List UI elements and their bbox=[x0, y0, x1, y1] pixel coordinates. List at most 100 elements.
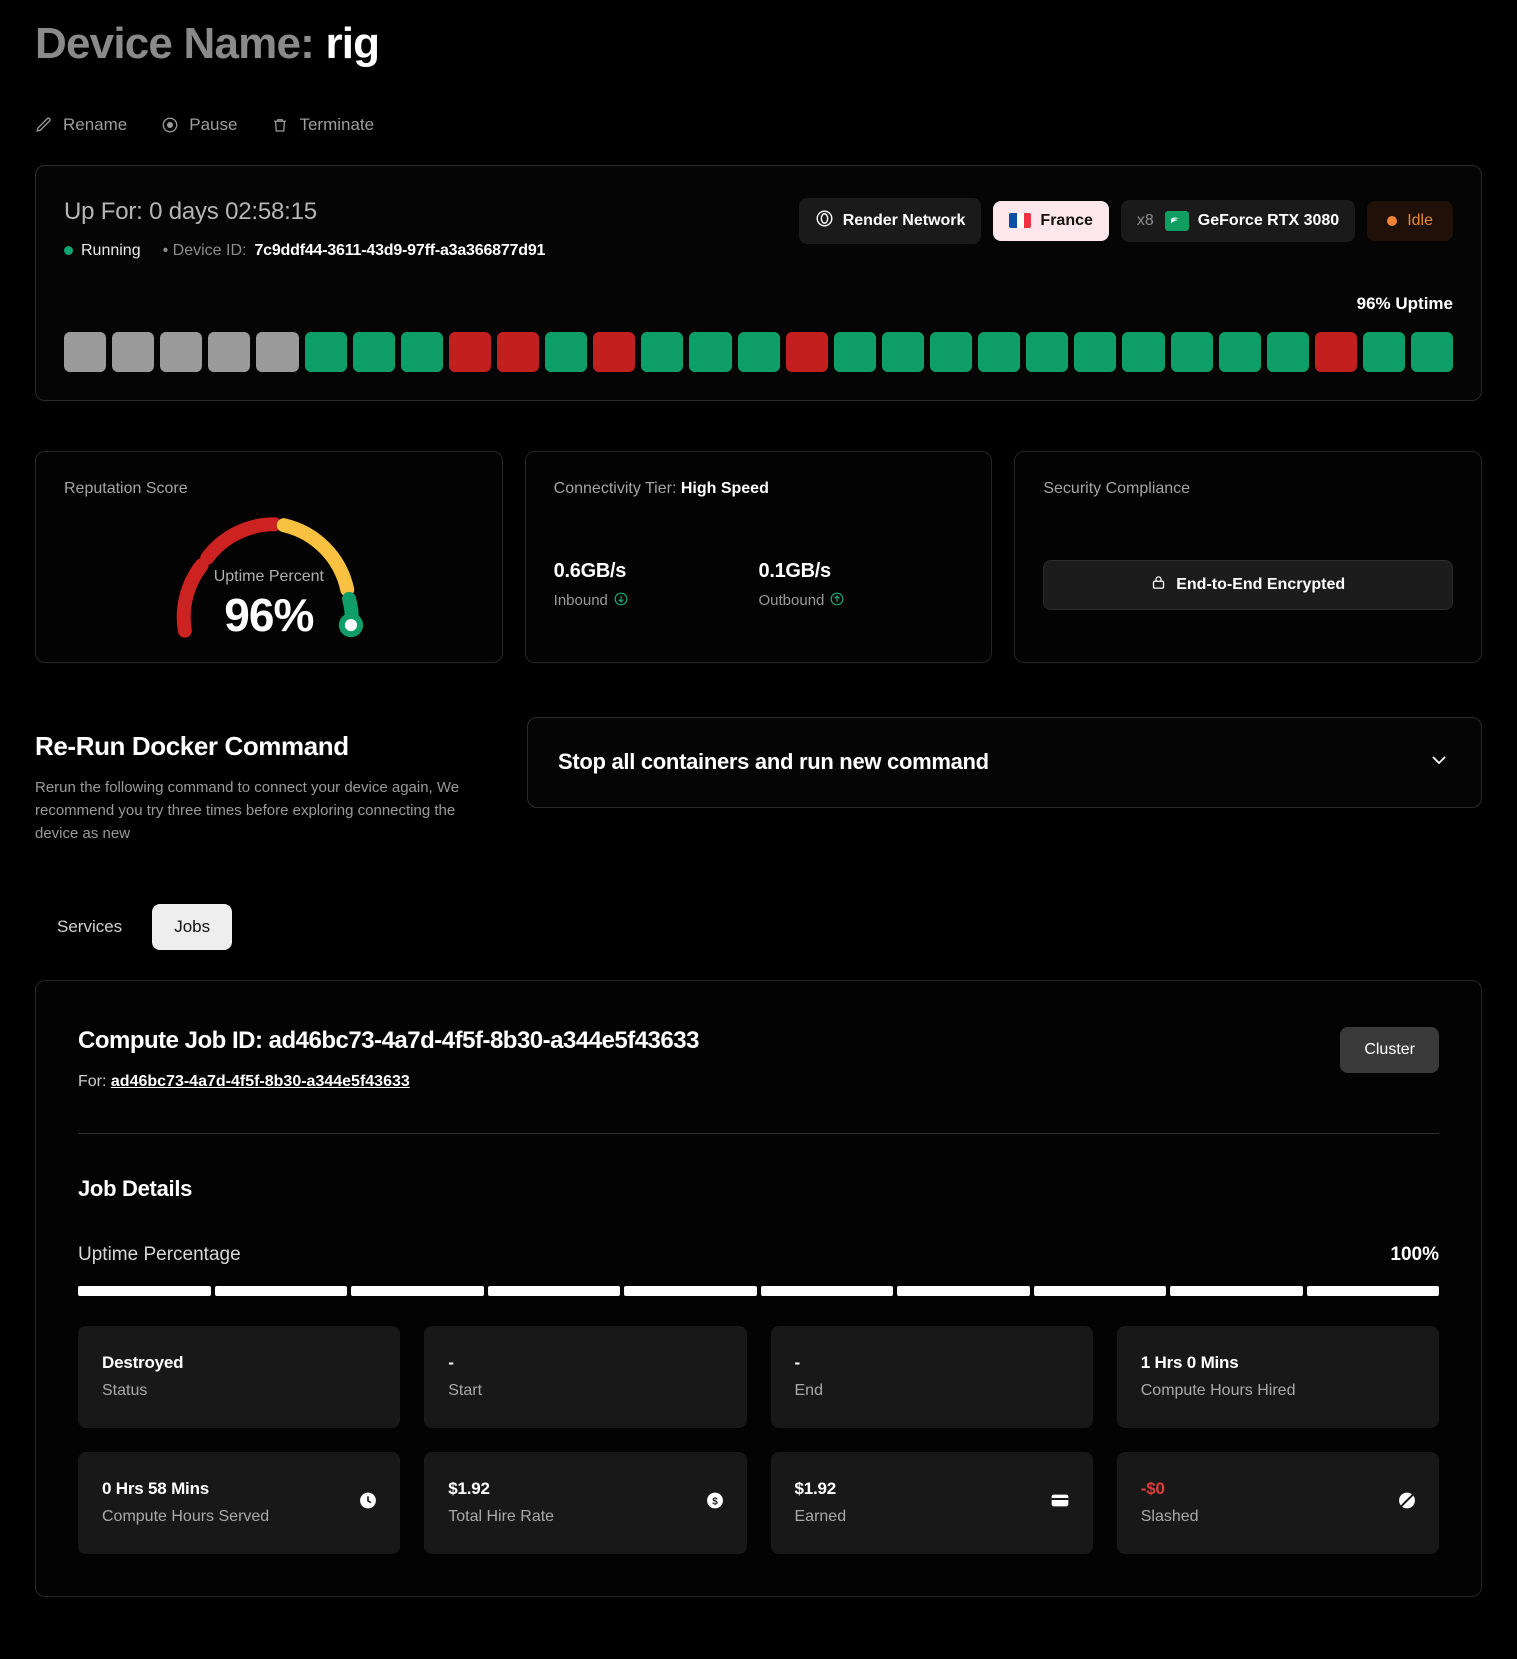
badge-country: France bbox=[993, 200, 1109, 241]
metric-value: 0 Hrs 58 Mins bbox=[102, 1479, 210, 1499]
metric-label: End bbox=[794, 1382, 823, 1400]
metric-card: 0 Hrs 58 Mins Compute Hours Served bbox=[78, 1451, 401, 1554]
chevron-down-icon[interactable] bbox=[1427, 748, 1451, 777]
job-for-label: For: bbox=[78, 1072, 107, 1090]
uptime-bar bbox=[1314, 331, 1357, 372]
uptime-bar bbox=[1026, 331, 1069, 372]
summary-cards: Reputation Score Uptime Percent 96% Conn… bbox=[35, 450, 1483, 663]
pause-circle-icon bbox=[161, 116, 179, 134]
uptime-bar bbox=[689, 331, 732, 372]
device-badges: Render Network France x8 GeForce RTX 308… bbox=[798, 197, 1453, 244]
job-panel: Compute Job ID: ad46bc73-4a7d-4f5f-8b30-… bbox=[35, 979, 1482, 1597]
device-state: Running bbox=[81, 241, 141, 259]
metric-label: Start bbox=[448, 1382, 483, 1400]
inbound-text: Inbound bbox=[553, 592, 608, 610]
uptime-bar bbox=[448, 331, 491, 372]
cluster-button[interactable]: Cluster bbox=[1340, 1026, 1439, 1073]
device-name: rig bbox=[325, 19, 380, 68]
gauge-caption: Uptime Percent bbox=[213, 567, 324, 585]
uptime-bar bbox=[1411, 331, 1454, 372]
pause-button[interactable]: Pause bbox=[161, 115, 237, 135]
badge-render-network: Render Network bbox=[798, 197, 982, 244]
uptime-bar bbox=[64, 331, 107, 372]
metric-label: Earned bbox=[794, 1508, 847, 1526]
connectivity-tier-label: Connectivity Tier: High Speed bbox=[554, 480, 964, 498]
device-id-line: Running • Device ID: 7c9ddf44-3611-43d9-… bbox=[64, 242, 545, 260]
uptime-segment bbox=[1033, 1285, 1166, 1296]
job-title: Compute Job ID: ad46bc73-4a7d-4f5f-8b30-… bbox=[78, 1027, 699, 1055]
docker-copy: Re-Run Docker Command Rerun the followin… bbox=[35, 717, 505, 846]
docker-description: Rerun the following command to connect y… bbox=[35, 778, 460, 843]
metric-card: 1 Hrs 0 Mins Compute Hours Hired bbox=[1116, 1325, 1439, 1428]
metric-card: -$0 Slashed bbox=[1116, 1451, 1439, 1554]
inbound-label-row: Inbound bbox=[554, 592, 759, 610]
inbound-metric: 0.6GB/s Inbound bbox=[554, 560, 759, 610]
uptime-bar bbox=[929, 331, 973, 372]
job-for-line: For: ad46bc73-4a7d-4f5f-8b30-a344e5f4363… bbox=[78, 1073, 699, 1091]
slash-icon bbox=[1397, 1490, 1417, 1515]
docker-section: Re-Run Docker Command Rerun the followin… bbox=[35, 716, 1482, 846]
uptime-bar bbox=[352, 331, 395, 372]
tab-jobs[interactable]: Jobs bbox=[152, 903, 233, 950]
uptime-bar bbox=[1170, 331, 1213, 372]
uptime-bar bbox=[256, 331, 299, 372]
uptime-bar bbox=[160, 331, 203, 372]
france-flag-icon bbox=[1009, 213, 1032, 229]
uptime-bar bbox=[304, 331, 347, 372]
uptime-bar bbox=[978, 331, 1021, 372]
svg-text:$: $ bbox=[712, 1496, 718, 1507]
metric-label: Slashed bbox=[1140, 1508, 1199, 1526]
uptime-segment bbox=[351, 1285, 484, 1296]
uptime-history-bars bbox=[64, 331, 1454, 372]
reputation-score-card: Reputation Score Uptime Percent 96% bbox=[35, 450, 503, 663]
job-uptime-label: Uptime Percentage bbox=[78, 1243, 241, 1265]
metric-card: $1.92 Total Hire Rate $ bbox=[424, 1451, 747, 1554]
rename-label: Rename bbox=[63, 114, 128, 134]
uptime-bar bbox=[593, 331, 636, 372]
rename-button[interactable]: Rename bbox=[35, 115, 127, 135]
outbound-value: 0.1GB/s bbox=[758, 559, 832, 582]
metric-label: Total Hire Rate bbox=[448, 1508, 555, 1526]
metric-card: $1.92 Earned bbox=[770, 1451, 1093, 1554]
metric-card: - End bbox=[770, 1325, 1093, 1428]
inbound-value: 0.6GB/s bbox=[553, 559, 627, 582]
uptime-bar bbox=[1074, 331, 1117, 372]
device-id-label: • Device ID: bbox=[162, 241, 247, 259]
job-uptime-value: 100% bbox=[1390, 1243, 1439, 1265]
dollar-circle-icon: $ bbox=[705, 1490, 725, 1515]
device-detail-page: Device Name: rig Rename Pause Terminate … bbox=[0, 0, 1517, 1637]
uptime-segment bbox=[897, 1285, 1030, 1296]
metric-value: - bbox=[794, 1353, 801, 1373]
status-dot-icon bbox=[64, 246, 73, 256]
connectivity-tier-value: High Speed bbox=[680, 479, 769, 497]
job-for-link[interactable]: ad46bc73-4a7d-4f5f-8b30-a344e5f43633 bbox=[111, 1073, 410, 1090]
uptime-segment bbox=[624, 1285, 757, 1296]
docker-accordion-title: Stop all containers and run new command bbox=[558, 749, 989, 775]
metric-label: Status bbox=[102, 1382, 148, 1400]
uptime-segment bbox=[760, 1285, 893, 1296]
metric-value: - bbox=[448, 1353, 454, 1373]
uptime-bar bbox=[785, 331, 828, 372]
job-id-value: ad46bc73-4a7d-4f5f-8b30-a344e5f43633 bbox=[268, 1026, 700, 1054]
tab-services[interactable]: Services bbox=[35, 904, 144, 950]
action-bar: Rename Pause Terminate bbox=[35, 115, 1482, 135]
badge-gpu: x8 GeForce RTX 3080 bbox=[1120, 199, 1356, 242]
content-tabs: Services Jobs bbox=[35, 903, 1482, 950]
job-metrics-grid: Destroyed Status - Start - End 1 Hrs 0 Mins Com… bbox=[78, 1325, 1439, 1554]
pause-label: Pause bbox=[189, 114, 238, 134]
page-title-prefix: Device Name: bbox=[35, 19, 315, 68]
terminate-button[interactable]: Terminate bbox=[271, 115, 374, 135]
uptime-bar bbox=[112, 331, 155, 372]
badge-activity: Idle bbox=[1367, 200, 1453, 241]
metric-value: Destroyed bbox=[102, 1353, 184, 1373]
trash-icon bbox=[271, 116, 289, 134]
job-details-heading: Job Details bbox=[78, 1175, 193, 1201]
docker-accordion[interactable]: Stop all containers and run new command bbox=[527, 716, 1482, 808]
end-to-end-encrypted-button[interactable]: End-to-End Encrypted bbox=[1043, 559, 1454, 610]
uptime-percent-label: 96% Uptime bbox=[1356, 293, 1453, 313]
security-compliance-card: Security Compliance End-to-End Encrypted bbox=[1014, 450, 1483, 663]
job-uptime-header: Uptime Percentage 100% bbox=[78, 1244, 1439, 1266]
job-title-prefix: Compute Job ID: bbox=[78, 1026, 263, 1054]
security-compliance-label: Security Compliance bbox=[1043, 479, 1191, 497]
outbound-text: Outbound bbox=[758, 592, 825, 610]
